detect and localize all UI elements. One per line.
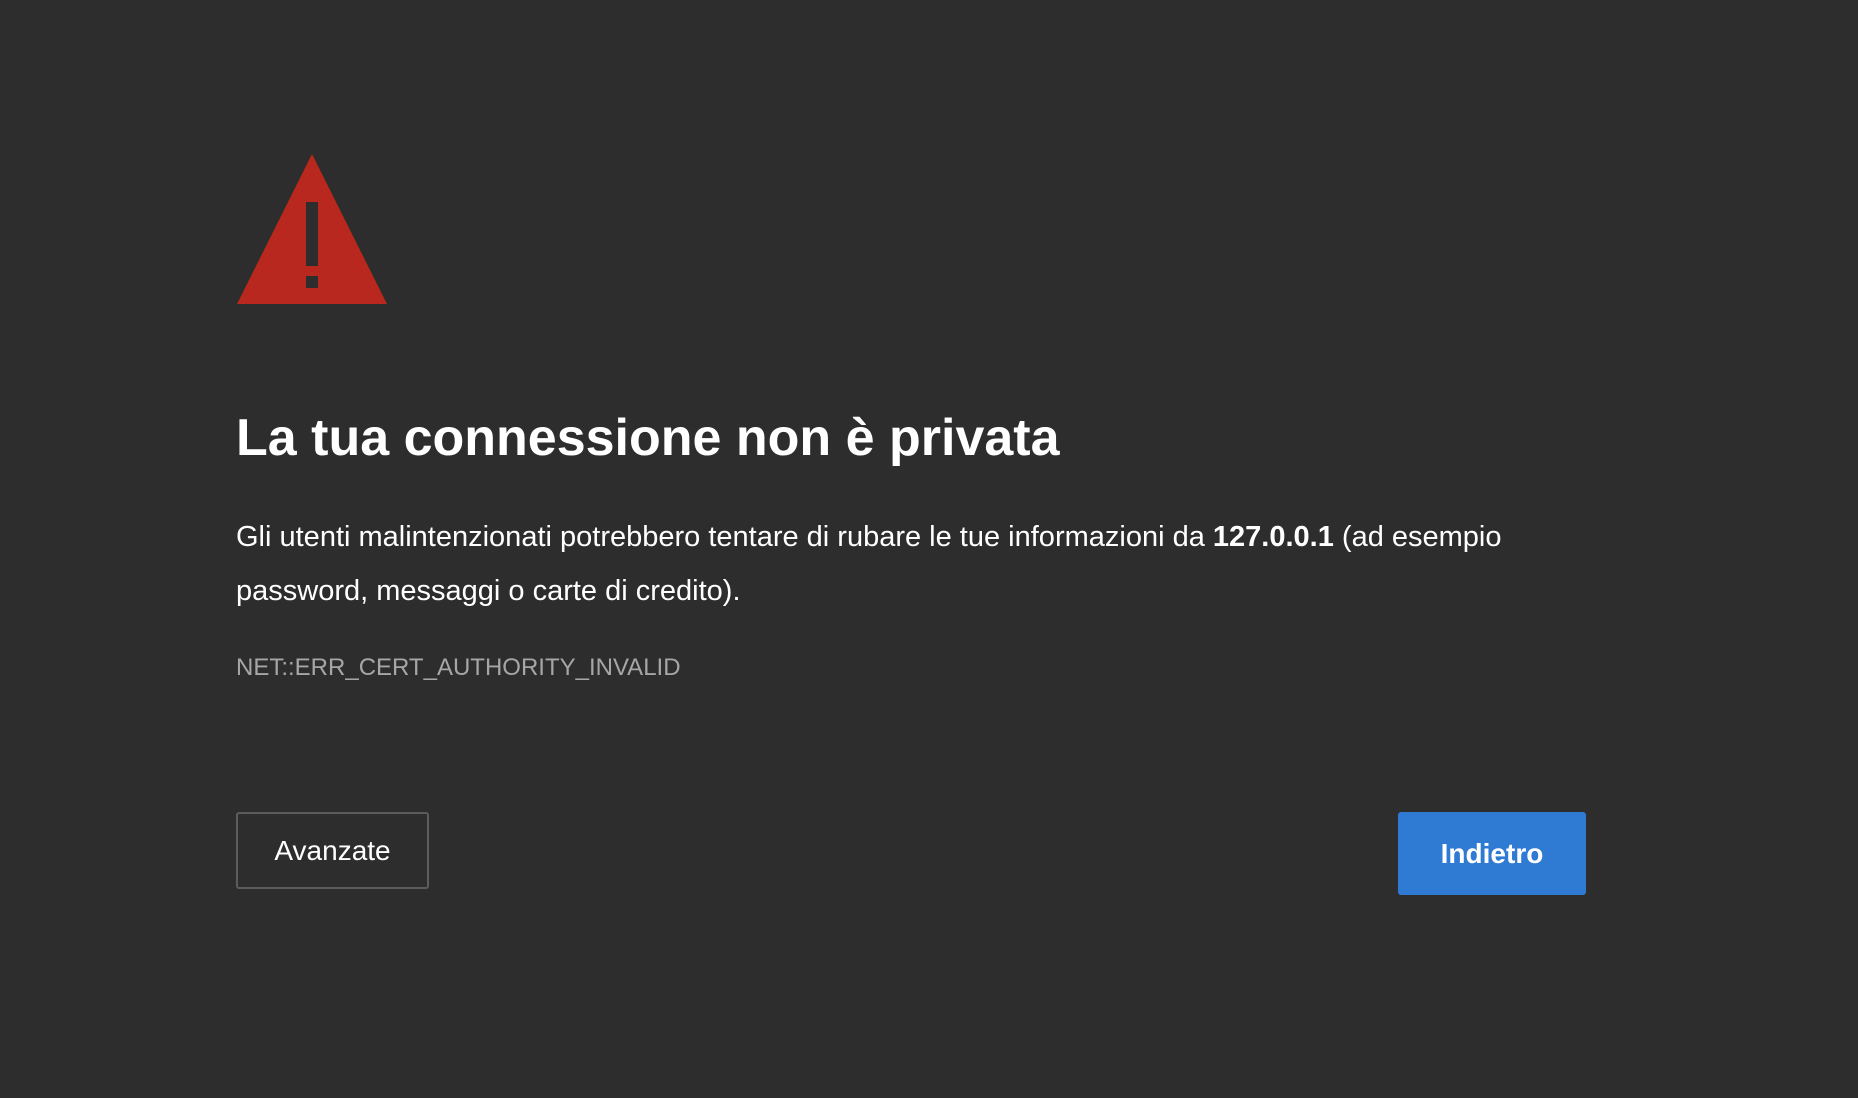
interstitial-page: La tua connessione non è privata Gli ute… xyxy=(0,0,1858,1098)
error-code[interactable]: NET::ERR_CERT_AUTHORITY_INVALID xyxy=(236,654,681,682)
warning-description: Gli utenti malintenzionati potrebbero te… xyxy=(236,510,1596,618)
description-text-before: Gli utenti malintenzionati potrebbero te… xyxy=(236,521,1213,553)
warning-triangle-icon xyxy=(237,154,387,304)
host-name: 127.0.0.1 xyxy=(1212,521,1334,553)
back-button[interactable]: Indietro xyxy=(1398,812,1586,895)
advanced-button[interactable]: Avanzate xyxy=(236,812,429,889)
page-title: La tua connessione non è privata xyxy=(236,409,1060,467)
